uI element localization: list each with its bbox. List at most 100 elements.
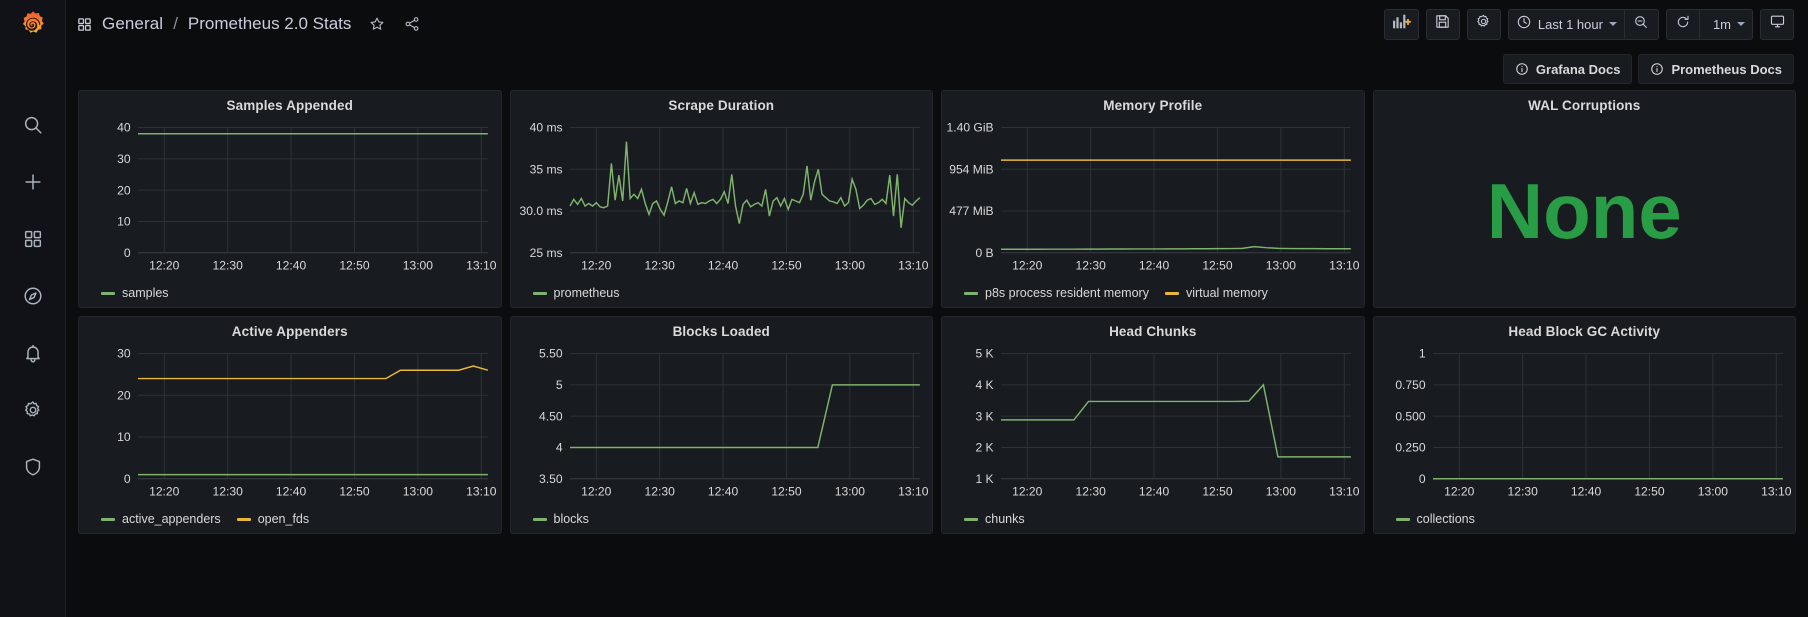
series-line-p8s-process-resident-memory xyxy=(1001,245,1351,251)
x-axis-tick: 12:20 xyxy=(1012,259,1043,273)
star-icon[interactable] xyxy=(368,15,386,33)
sidebar-item-configuration[interactable] xyxy=(18,395,48,425)
panel-legend: chunks xyxy=(942,508,1364,533)
save-dashboard-button[interactable] xyxy=(1425,8,1460,40)
sidebar-item-server-admin[interactable] xyxy=(18,452,48,482)
graph-canvas[interactable]: 25 ms 30.0 ms 35 ms 40 ms 12:20 12:30 12:40 12:… xyxy=(511,115,933,282)
x-axis-tick: 12:20 xyxy=(581,485,612,499)
compass-icon xyxy=(22,285,44,307)
panel-wal-corruptions: WAL Corruptions None xyxy=(1372,90,1796,308)
sidebar-item-alerting[interactable] xyxy=(18,338,48,368)
x-axis-tick: 12:30 xyxy=(1507,485,1538,499)
x-axis-tick: 12:50 xyxy=(1202,485,1233,499)
x-axis-tick: 12:20 xyxy=(1444,485,1475,499)
y-axis-tick: 40 xyxy=(117,121,131,135)
dashboard-settings-button[interactable] xyxy=(1466,8,1501,40)
legend-item[interactable]: p8s process resident memory xyxy=(964,286,1149,300)
refresh-button[interactable] xyxy=(1665,8,1700,40)
x-axis-tick: 12:50 xyxy=(1634,485,1665,499)
y-axis-tick: 5 K xyxy=(975,347,993,361)
page-title: Prometheus 2.0 Stats xyxy=(187,14,352,33)
legend-color-swatch xyxy=(1164,291,1179,295)
zoom-out-button[interactable] xyxy=(1624,8,1659,40)
legend-item[interactable]: prometheus xyxy=(532,286,620,300)
search-icon xyxy=(22,114,44,136)
legend-item[interactable]: open_fds xyxy=(236,512,310,526)
docs-links-row: Grafana Docs Prometheus Docs xyxy=(66,48,1808,90)
x-axis-tick: 12:40 xyxy=(1570,485,1601,499)
topnav-actions: Last 1 hour 1m xyxy=(1383,8,1794,40)
bell-icon xyxy=(22,342,44,364)
time-range-label: Last 1 hour xyxy=(1537,16,1603,32)
panel-legend: p8s process resident memory virtual memor… xyxy=(942,282,1364,307)
y-axis-tick: 0 B xyxy=(975,246,993,260)
clock-icon xyxy=(1516,14,1532,35)
graph-canvas[interactable]: 0 10 20 30 12:20 12:30 12:40 12:50 13:00 13:10 xyxy=(79,341,501,508)
y-axis-tick: 30.0 ms xyxy=(519,204,562,218)
panel-head-block-gc-activity: Head Block GC Activity 0 0.250 0.500 0.750 1 1… xyxy=(1372,316,1796,534)
legend-item[interactable]: chunks xyxy=(964,512,1025,526)
legend-label: chunks xyxy=(985,512,1025,526)
panel-title[interactable]: Active Appenders xyxy=(79,317,501,341)
panel-body: None xyxy=(1374,115,1796,307)
prometheus-docs-link[interactable]: Prometheus Docs xyxy=(1638,54,1794,84)
legend-label: open_fds xyxy=(257,512,310,526)
panel-title[interactable]: WAL Corruptions xyxy=(1374,91,1796,115)
graph-canvas[interactable]: 0 0.250 0.500 0.750 1 12:20 12:30 12:40 12:50 13:… xyxy=(1374,341,1796,508)
refresh-interval-label: 1m xyxy=(1712,16,1731,32)
x-axis-tick: 12:30 xyxy=(213,259,244,273)
x-axis-tick: 13:10 xyxy=(898,259,929,273)
legend-item[interactable]: samples xyxy=(101,286,169,300)
panel-title[interactable]: Scrape Duration xyxy=(511,91,933,115)
x-axis-tick: 13:00 xyxy=(1266,259,1297,273)
panel-title[interactable]: Blocks Loaded xyxy=(511,317,933,341)
y-axis-tick: 1.40 GiB xyxy=(947,121,994,135)
x-axis-tick: 13:00 xyxy=(1266,485,1297,499)
panel-legend: prometheus xyxy=(511,282,933,307)
x-axis-tick: 12:20 xyxy=(1012,485,1043,499)
sidebar-item-search[interactable] xyxy=(18,110,48,140)
graph-canvas[interactable]: 0 B 477 MiB 954 MiB 1.40 GiB 12:20 12:30 12:40… xyxy=(942,115,1364,282)
legend-item[interactable]: virtual memory xyxy=(1164,286,1268,300)
y-axis-tick: 20 xyxy=(117,183,131,197)
grafana-docs-link[interactable]: Grafana Docs xyxy=(1502,54,1633,84)
panel-body: 0 B 477 MiB 954 MiB 1.40 GiB 12:20 12:30 12:40… xyxy=(942,115,1364,282)
legend-item[interactable]: blocks xyxy=(532,512,589,526)
breadcrumb-separator: / xyxy=(173,14,178,33)
panel-body: 0 0.250 0.500 0.750 1 12:20 12:30 12:40 12:50 13:… xyxy=(1374,341,1796,508)
gear-icon xyxy=(1475,13,1492,35)
panel-title[interactable]: Samples Appended xyxy=(79,91,501,115)
x-axis-tick: 12:30 xyxy=(1076,485,1107,499)
refresh-interval-picker[interactable]: 1m xyxy=(1699,8,1753,40)
sidebar-item-dashboards[interactable] xyxy=(18,224,48,254)
graph-canvas[interactable]: 3.50 4 4.50 5 5.50 12:20 12:30 12:40 12:50 13:00 1… xyxy=(511,341,933,508)
x-axis-tick: 13:00 xyxy=(834,485,865,499)
legend-color-swatch xyxy=(964,291,978,295)
graph-canvas[interactable]: 1 K 2 K 3 K 4 K 5 K 12:20 12:30 12:40 12:50 13:00… xyxy=(942,341,1364,508)
legend-color-swatch xyxy=(101,517,115,521)
sidebar-item-create[interactable] xyxy=(18,167,48,197)
share-icon[interactable] xyxy=(403,15,421,33)
y-axis-tick: 1 K xyxy=(975,472,993,486)
legend-item[interactable]: collections xyxy=(1395,512,1475,526)
kiosk-mode-button[interactable] xyxy=(1760,8,1794,40)
panel-title[interactable]: Head Chunks xyxy=(942,317,1364,341)
breadcrumb-folder[interactable]: General xyxy=(102,14,163,34)
grafana-logo-icon[interactable] xyxy=(0,2,66,50)
x-axis-tick: 13:00 xyxy=(403,485,434,499)
panel-title[interactable]: Head Block GC Activity xyxy=(1374,317,1796,341)
legend-item[interactable]: active_appenders xyxy=(101,512,221,526)
y-axis-tick: 40 ms xyxy=(529,121,562,135)
graph-canvas[interactable]: 0 10 20 30 40 12:20 12:30 12:40 12:50 13:00 13:10 xyxy=(79,115,501,282)
chevron-down-icon xyxy=(1737,22,1745,26)
panel-title[interactable]: Memory Profile xyxy=(942,91,1364,115)
series-line-chunks xyxy=(1001,383,1351,458)
time-range-picker[interactable]: Last 1 hour xyxy=(1507,8,1625,40)
save-icon xyxy=(1434,13,1451,35)
y-axis-tick: 0.750 xyxy=(1395,378,1426,392)
x-axis-tick: 13:10 xyxy=(1761,485,1792,499)
legend-color-swatch xyxy=(964,517,978,521)
add-panel-button[interactable] xyxy=(1383,8,1419,40)
sidebar-item-explore[interactable] xyxy=(18,281,48,311)
x-axis-tick: 13:00 xyxy=(1697,485,1728,499)
